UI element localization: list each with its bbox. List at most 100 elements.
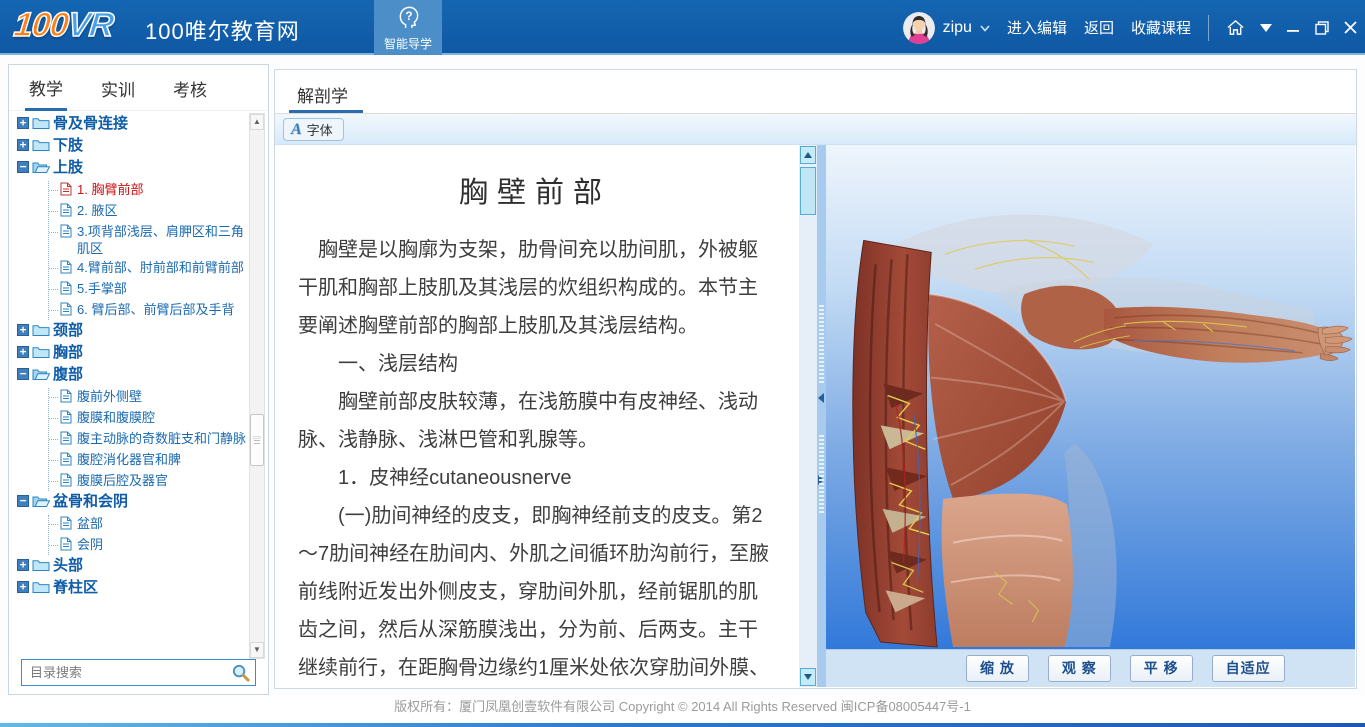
splitter-grip bbox=[819, 305, 824, 385]
tree-folder[interactable]: − 上肢 bbox=[17, 159, 247, 179]
viewer-stage[interactable] bbox=[826, 145, 1355, 649]
tree-item[interactable]: 盆部 bbox=[49, 515, 247, 534]
magnifier-icon[interactable] bbox=[231, 663, 250, 682]
document-icon bbox=[60, 224, 72, 242]
panel-splitter[interactable] bbox=[817, 145, 826, 687]
catalog-search bbox=[21, 659, 256, 686]
sidebar-tab-考核[interactable]: 考核 bbox=[169, 66, 211, 109]
font-button[interactable]: A 字体 bbox=[283, 118, 344, 141]
tree-folder-label: 腹部 bbox=[53, 366, 83, 384]
tree-item[interactable]: 腹主动脉的奇数脏支和门静脉 bbox=[49, 430, 247, 449]
tree-folder[interactable]: − 腹部 bbox=[17, 366, 247, 386]
copyright-text: 版权所有：厦门凤凰创壹软件有限公司 Copyright © 2014 All R… bbox=[394, 699, 971, 714]
document-icon bbox=[60, 431, 72, 449]
collapse-icon[interactable]: − bbox=[17, 161, 29, 173]
svg-text:?: ? bbox=[405, 10, 412, 22]
tree-item-label: 腹腔消化器官和脾 bbox=[77, 451, 247, 468]
scrollbar-thumb[interactable] bbox=[800, 167, 816, 215]
tree-folder-label: 盆骨和会阴 bbox=[53, 493, 128, 511]
expand-icon[interactable]: + bbox=[17, 346, 29, 358]
tree-item[interactable]: 5.手掌部 bbox=[49, 280, 247, 299]
dropdown-icon[interactable] bbox=[1260, 24, 1272, 32]
menu-favorite-course[interactable]: 收藏课程 bbox=[1131, 17, 1191, 38]
viewer-button-缩放[interactable]: 缩 放 bbox=[966, 655, 1029, 682]
document-icon bbox=[60, 182, 72, 200]
article-scrollbar[interactable] bbox=[799, 145, 817, 687]
folder-icon bbox=[32, 138, 50, 157]
smart-guide-label: 智能导学 bbox=[384, 35, 432, 52]
sidebar-tab-教学[interactable]: 教学 bbox=[25, 65, 67, 111]
tree-folder[interactable]: +颈部 bbox=[17, 322, 247, 342]
sidebar-tab-实训[interactable]: 实训 bbox=[97, 66, 139, 109]
tree-folder-label: 上肢 bbox=[53, 159, 83, 177]
document-icon bbox=[60, 537, 72, 555]
tree-folder[interactable]: + 脊柱区 bbox=[17, 579, 247, 599]
expand-icon[interactable]: + bbox=[17, 581, 29, 593]
expand-icon[interactable]: + bbox=[17, 324, 29, 336]
window-bottom-border bbox=[0, 723, 1365, 727]
article-paragraph: 1．皮神经cutaneousnerve bbox=[298, 459, 772, 497]
tree-item-label: 腹主动脉的奇数脏支和门静脉 bbox=[77, 430, 247, 447]
tree-item[interactable]: 腹前外侧壁 bbox=[49, 388, 247, 407]
tree-item[interactable]: 6. 臂后部、前臂后部及手背 bbox=[49, 301, 247, 320]
tree-item[interactable]: 1. 胸臂前部 bbox=[49, 181, 247, 200]
folder-icon bbox=[32, 580, 50, 599]
site-logo[interactable]: 100VR bbox=[12, 6, 115, 45]
tree-item[interactable]: 3.项背部浅层、肩胛区和三角肌区 bbox=[49, 223, 247, 257]
tree-item[interactable]: 腹膜后腔及器官 bbox=[49, 472, 247, 491]
article-paragraph: 胸壁是以胸廓为支架，肋骨间充以肋间肌，外被躯干肌和胸部上肢肌及其浅层的炊组织构成… bbox=[298, 231, 772, 345]
tree-folder[interactable]: +胸部 bbox=[17, 344, 247, 364]
content-toolbar: A 字体 bbox=[275, 114, 1356, 145]
close-icon[interactable] bbox=[1344, 21, 1357, 34]
viewer-button-自适应[interactable]: 自适应 bbox=[1212, 655, 1285, 682]
tree-item[interactable]: 会阴 bbox=[49, 536, 247, 555]
smart-guide-button[interactable]: ? 智能导学 bbox=[374, 0, 442, 55]
tree-item[interactable]: 腹膜和腹膜腔 bbox=[49, 409, 247, 428]
tree-item-label: 腹前外侧壁 bbox=[77, 388, 247, 405]
folder-open-icon bbox=[32, 160, 50, 179]
app-window: 100VR 100唯尔教育网 ? 智能导学 bbox=[0, 0, 1365, 727]
viewer-button-平移[interactable]: 平 移 bbox=[1130, 655, 1193, 682]
tree-item-label: 2. 腋区 bbox=[77, 202, 247, 219]
scroll-up-icon[interactable]: ▲ bbox=[250, 114, 264, 130]
expand-icon[interactable]: + bbox=[17, 559, 29, 571]
tree-folder[interactable]: − 盆骨和会阴 bbox=[17, 493, 247, 513]
scroll-down-icon[interactable]: ▼ bbox=[250, 642, 264, 658]
article-paragraph: 一、浅层结构 bbox=[298, 345, 772, 383]
restore-icon[interactable] bbox=[1315, 21, 1329, 35]
tree-folder[interactable]: +骨及骨连接 bbox=[17, 115, 247, 135]
tree-folder[interactable]: +下肢 bbox=[17, 137, 247, 157]
document-icon bbox=[60, 302, 72, 320]
folder-open-icon bbox=[32, 367, 50, 386]
tab-anatomy[interactable]: 解剖学 bbox=[297, 82, 348, 107]
tree-item[interactable]: 腹腔消化器官和脾 bbox=[49, 451, 247, 470]
tree-item[interactable]: 2. 腋区 bbox=[49, 202, 247, 221]
collapse-left-icon[interactable] bbox=[818, 393, 824, 403]
header-bar: 100VR 100唯尔教育网 ? 智能导学 bbox=[0, 0, 1365, 55]
article-panel: 胸壁前部 胸壁是以胸廓为支架，肋骨间充以肋间肌，外被躯干肌和胸部上肢肌及其浅层的… bbox=[276, 145, 798, 687]
scroll-up-icon[interactable] bbox=[800, 146, 816, 164]
user-menu[interactable]: zipu bbox=[903, 12, 990, 44]
menu-back[interactable]: 返回 bbox=[1084, 17, 1114, 38]
scroll-down-icon[interactable] bbox=[800, 668, 816, 686]
username: zipu bbox=[943, 19, 972, 37]
header-divider bbox=[1208, 15, 1209, 41]
anatomy-3d-model bbox=[826, 145, 1355, 649]
document-icon bbox=[60, 473, 72, 491]
tree-item[interactable]: 4.臂前部、肘前部和前臂前部 bbox=[49, 259, 247, 278]
tree-folder-label: 脊柱区 bbox=[53, 579, 98, 597]
expand-icon[interactable]: + bbox=[17, 117, 29, 129]
search-input[interactable] bbox=[22, 665, 231, 680]
scrollbar-thumb[interactable] bbox=[250, 414, 264, 466]
expand-icon[interactable]: + bbox=[17, 139, 29, 151]
menu-enter-edit[interactable]: 进入编辑 bbox=[1007, 17, 1067, 38]
collapse-icon[interactable]: − bbox=[17, 368, 29, 380]
home-icon[interactable] bbox=[1226, 19, 1245, 36]
tree-scrollbar[interactable]: ▲ ▼ bbox=[249, 113, 265, 659]
tree-folder[interactable]: +头部 bbox=[17, 557, 247, 577]
collapse-icon[interactable]: − bbox=[17, 495, 29, 507]
tree-item-label: 会阴 bbox=[77, 536, 247, 553]
active-tab-underline bbox=[289, 110, 363, 113]
viewer-button-观察[interactable]: 观 察 bbox=[1048, 655, 1111, 682]
minimize-icon[interactable] bbox=[1287, 21, 1300, 34]
